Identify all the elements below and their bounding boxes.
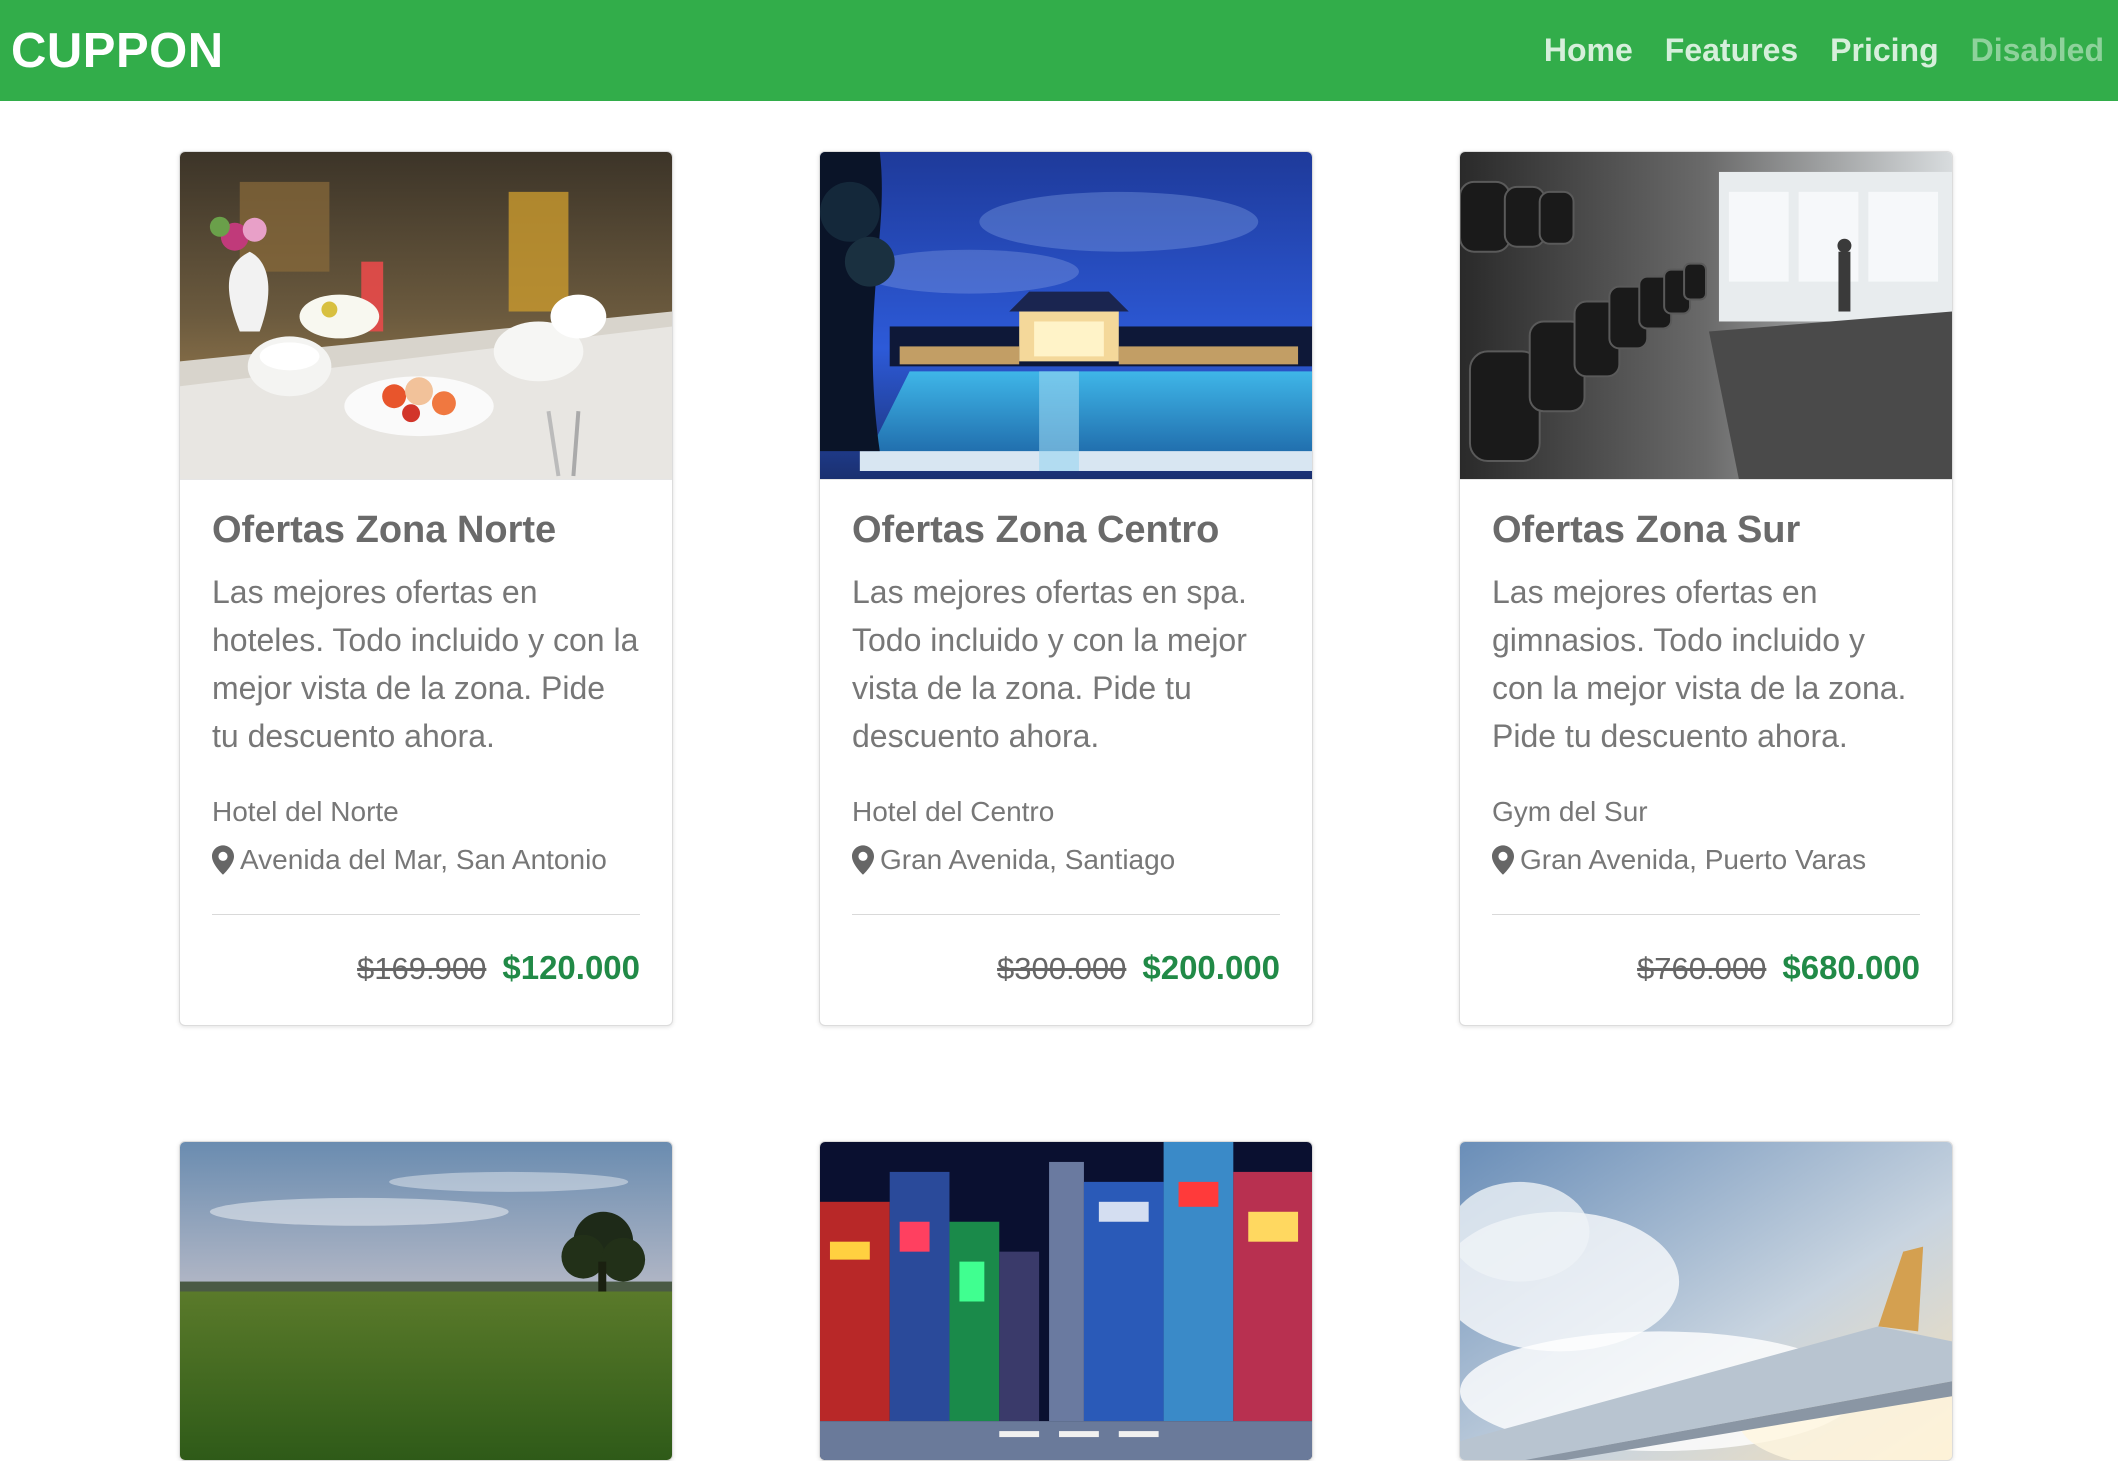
offer-card-6[interactable] (1459, 1141, 1953, 1461)
price-row: $169.900 $120.000 (212, 915, 640, 1025)
offer-card-sur[interactable]: Ofertas Zona Sur Las mejores ofertas en … (1459, 151, 1953, 1027)
brand-logo[interactable]: CUPPON (11, 23, 224, 79)
city-neon-street-photo (820, 1142, 1312, 1460)
card-title[interactable]: Ofertas Zona Centro (852, 508, 1280, 554)
old-price: $169.900 (357, 951, 487, 987)
card-provider: Hotel del Centro (852, 795, 1055, 827)
map-pin-icon (852, 844, 874, 875)
nav-link-home[interactable]: Home (1544, 32, 1633, 69)
offer-card-5[interactable] (819, 1141, 1313, 1461)
new-price: $200.000 (1142, 949, 1280, 987)
card-body: Ofertas Zona Norte Las mejores ofertas e… (180, 480, 672, 1025)
card-provider: Hotel del Norte (212, 795, 399, 827)
card-provider: Gym del Sur (1492, 795, 1648, 827)
new-price: $680.000 (1782, 949, 1920, 987)
nav-links: Home Features Pricing Disabled (1544, 32, 2104, 69)
price-row: $300.000 $200.000 (852, 915, 1280, 1025)
nav-link-disabled: Disabled (1970, 32, 2104, 68)
offer-card-centro[interactable]: Ofertas Zona Centro Las mejores ofertas … (819, 151, 1313, 1027)
card-title[interactable]: Ofertas Zona Norte (212, 508, 640, 554)
card-body: Ofertas Zona Sur Las mejores ofertas en … (1460, 480, 1952, 1025)
card-address-text: Gran Avenida, Puerto Varas (1520, 843, 1867, 875)
card-address-text: Avenida del Mar, San Antonio (240, 843, 607, 875)
navbar: CUPPON Home Features Pricing Disabled (0, 0, 2118, 101)
gym-dumbbells-photo (1460, 152, 1952, 480)
card-body: Ofertas Zona Centro Las mejores ofertas … (820, 480, 1312, 1025)
card-address-text: Gran Avenida, Santiago (880, 843, 1176, 875)
new-price: $120.000 (502, 949, 640, 987)
card-address: Avenida del Mar, San Antonio (212, 840, 640, 880)
old-price: $760.000 (1637, 951, 1767, 987)
offer-card-norte[interactable]: Ofertas Zona Norte Las mejores ofertas e… (179, 151, 673, 1027)
resort-pool-night-photo (820, 152, 1312, 480)
card-address: Gran Avenida, Puerto Varas (1492, 840, 1920, 880)
card-description: Las mejores ofertas en spa. Todo incluid… (852, 573, 1247, 754)
green-field-sunset-photo (180, 1142, 672, 1460)
nav-link-pricing[interactable]: Pricing (1830, 32, 1938, 69)
card-description: Las mejores ofertas en gimnasios. Todo i… (1492, 573, 1907, 754)
card-description: Las mejores ofertas en hoteles. Todo inc… (212, 573, 639, 754)
card-title[interactable]: Ofertas Zona Sur (1492, 508, 1920, 554)
offer-card-4[interactable] (179, 1141, 673, 1461)
price-row: $760.000 $680.000 (1492, 915, 1920, 1025)
card-address: Gran Avenida, Santiago (852, 840, 1280, 880)
old-price: $300.000 (997, 951, 1127, 987)
map-pin-icon (1492, 844, 1514, 875)
airplane-wing-clouds-photo (1460, 1142, 1952, 1460)
map-pin-icon (212, 844, 234, 875)
nav-link-features[interactable]: Features (1665, 32, 1798, 69)
breakfast-table-photo (180, 152, 672, 480)
